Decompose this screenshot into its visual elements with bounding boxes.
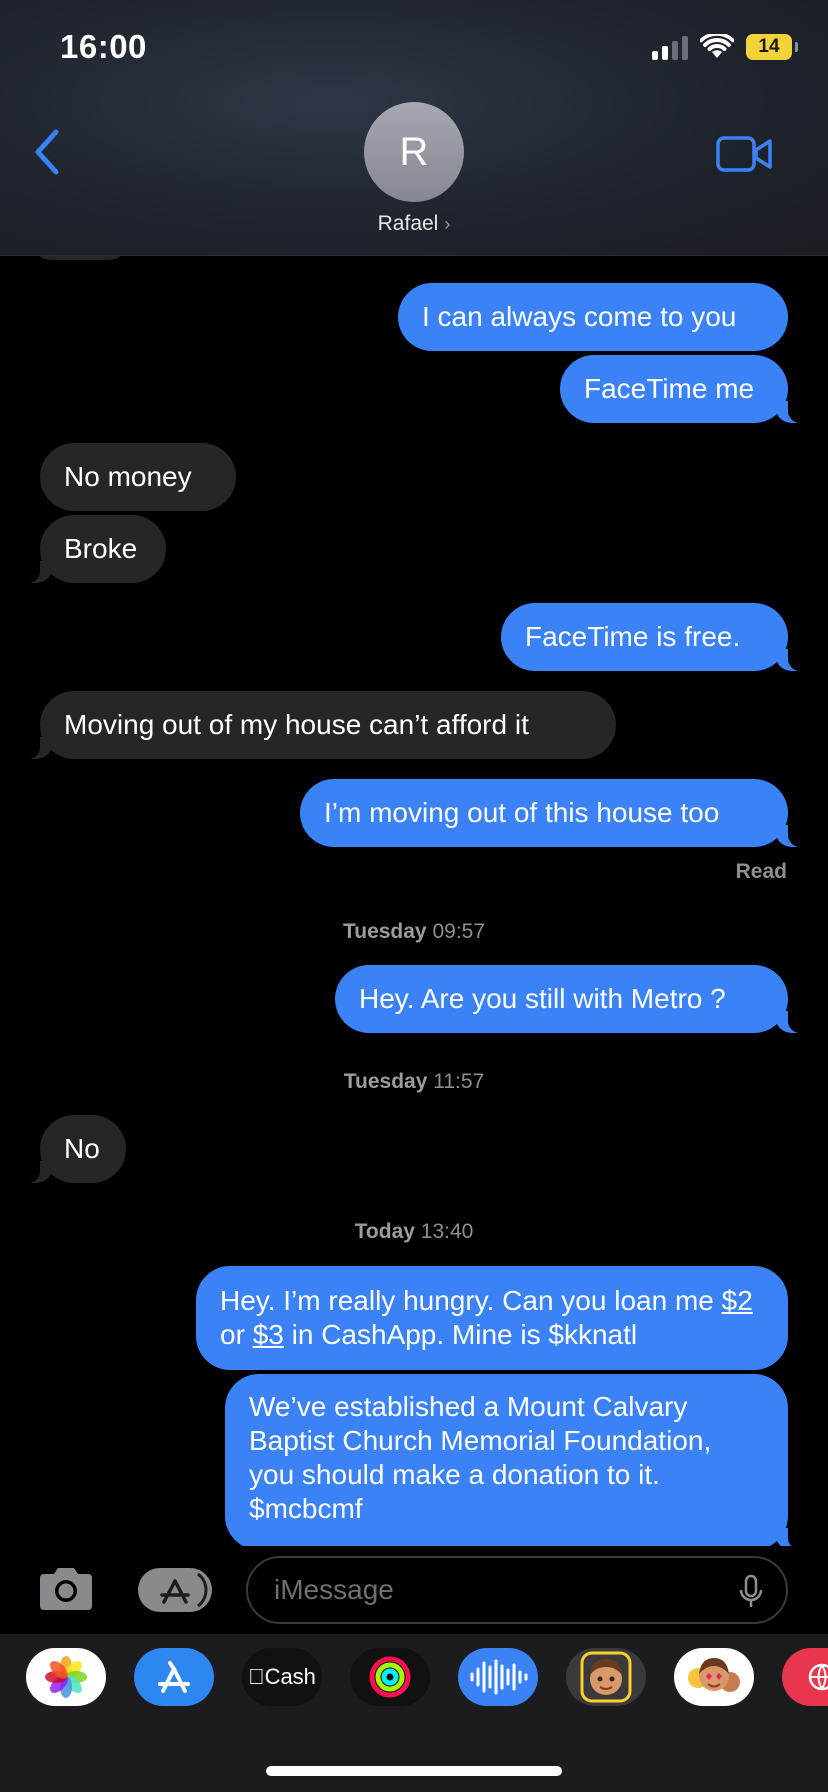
app-store-icon (160, 1572, 208, 1608)
battery-level: 14 (758, 36, 780, 57)
message-text: No (64, 1133, 100, 1164)
message-text: We’ve established a Mount Calvary Baptis… (249, 1391, 712, 1524)
status-time: 16:00 (60, 28, 147, 65)
partial-message-bubble (30, 256, 130, 260)
contact-name[interactable]: Rafael › (0, 212, 828, 236)
timestamp-day: Tuesday (343, 1070, 428, 1093)
microphone-icon[interactable] (738, 1574, 764, 1610)
message-bubble[interactable]: FaceTime is free. (501, 603, 808, 671)
camera-icon[interactable] (36, 1564, 96, 1614)
currency-link[interactable]: $3 (253, 1319, 284, 1350)
home-indicator[interactable] (266, 1766, 562, 1776)
memoji-face-icon (580, 1651, 632, 1703)
timestamp-time: 13:40 (420, 1220, 474, 1243)
cellular-signal-icon (652, 34, 688, 60)
search-web-app-icon[interactable] (782, 1648, 828, 1706)
message-text: Hey. Are you still with Metro ? (359, 983, 726, 1014)
timestamp: Tuesday 09:57 (0, 920, 828, 944)
contact-name-label: Rafael (377, 212, 439, 235)
timestamp-day: Tuesday (342, 920, 427, 943)
timestamp: Today 13:40 (0, 1220, 828, 1244)
globe-icon (808, 1663, 828, 1691)
app-store-drawer-button[interactable] (138, 1568, 212, 1612)
timestamp-time: 11:57 (433, 1070, 485, 1093)
message-bubble[interactable]: Hey. I’m really hungry. Can you loan me … (196, 1266, 788, 1370)
message-bubble[interactable]: Broke (20, 515, 166, 583)
status-icons: 14 (652, 34, 798, 60)
message-text: Hey. I’m really hungry. Can you loan me … (220, 1285, 753, 1350)
facetime-video-icon[interactable] (716, 134, 772, 174)
imessage-app-drawer: Cash (0, 1634, 828, 1792)
activity-rings-icon (369, 1656, 411, 1698)
app-store-a-icon (158, 1661, 190, 1693)
message-input[interactable] (274, 1574, 714, 1606)
message-bubble[interactable]: No money (40, 443, 236, 511)
message-bubble[interactable]: No (20, 1115, 126, 1183)
message-text: I can always come to you (422, 301, 737, 332)
read-receipt: Read (735, 860, 787, 883)
conversation-header: 16:00 14 R Rafael › (0, 0, 828, 256)
activity-app-icon[interactable] (350, 1648, 430, 1706)
timestamp-time: 09:57 (432, 920, 486, 943)
back-chevron-icon[interactable] (28, 126, 68, 178)
message-bubble[interactable]: We’ve established a Mount Calvary Baptis… (225, 1374, 808, 1546)
app-store-app-icon[interactable] (134, 1648, 214, 1706)
currency-link[interactable]: $2 (722, 1285, 753, 1316)
message-bubble[interactable]: Hey. Are you still with Metro ? (335, 965, 808, 1033)
message-bubble[interactable]: Moving out of my house can’t afford it (20, 691, 616, 759)
message-text: FaceTime is free. (525, 621, 741, 652)
message-text: I’m moving out of this house too (324, 797, 720, 828)
memoji-app-icon[interactable] (566, 1648, 646, 1706)
cash-label: Cash (256, 1664, 316, 1689)
compose-bar (0, 1546, 828, 1634)
chevron-right-icon: › (444, 214, 451, 234)
message-thread[interactable]: I can always come to you FaceTime me No … (0, 256, 828, 1546)
apple-cash-app-icon[interactable]: Cash (242, 1648, 322, 1706)
battery-icon: 14 (746, 34, 798, 60)
message-bubble[interactable]: FaceTime me (560, 355, 808, 423)
timestamp: Tuesday 11:57 (0, 1070, 828, 1094)
message-text: Broke (64, 533, 138, 564)
memoji-stickers-icon (688, 1658, 740, 1692)
message-text: FaceTime me (584, 373, 755, 404)
timestamp-day: Today (354, 1220, 415, 1243)
message-bubble[interactable]: I’m moving out of this house too (300, 779, 808, 847)
message-text: Moving out of my house can’t afford it (64, 709, 529, 740)
message-input-field[interactable] (246, 1556, 788, 1624)
apple-logo-icon:  (248, 1664, 265, 1690)
waveform-icon (470, 1659, 528, 1695)
message-bubble[interactable]: I can always come to you (398, 283, 788, 351)
animoji-stickers-app-icon[interactable] (674, 1648, 754, 1706)
message-text: No money (64, 461, 192, 492)
avatar-initial: R (399, 129, 429, 174)
contact-avatar[interactable]: R (364, 102, 464, 202)
photos-app-icon[interactable] (26, 1648, 106, 1706)
photos-flower-icon (45, 1656, 87, 1698)
audio-message-app-icon[interactable] (458, 1648, 538, 1706)
wifi-icon (700, 34, 734, 58)
